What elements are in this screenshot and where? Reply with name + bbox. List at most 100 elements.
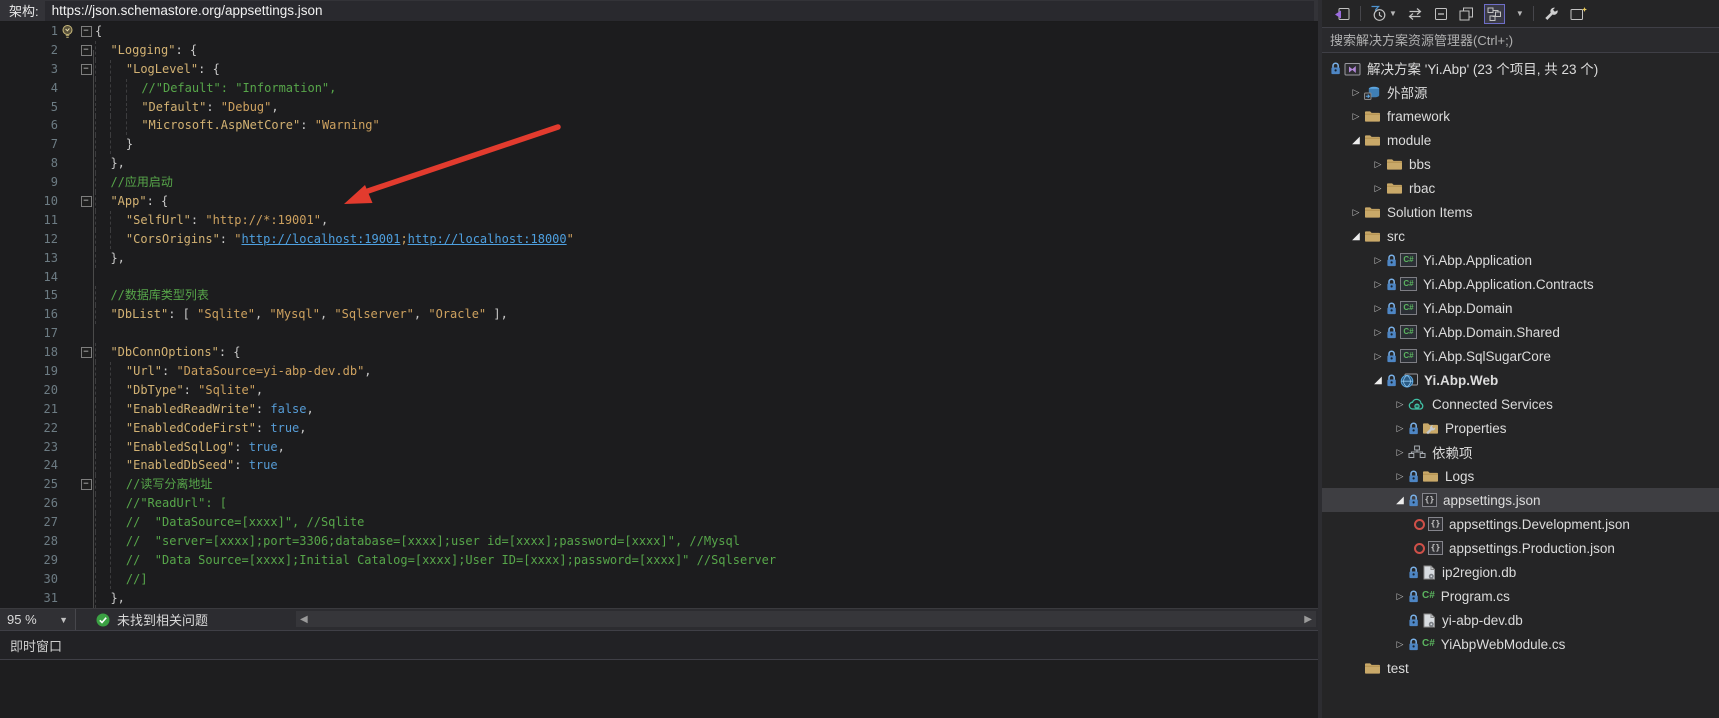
schema-combo[interactable]: https://json.schemastore.org/appsettings… [45,1,1314,21]
expand-arrow-icon[interactable]: ▷ [1348,207,1364,218]
tree-row[interactable]: {}appsettings.Development.json [1322,512,1719,536]
switch-views-icon[interactable] [1334,4,1351,24]
code-line[interactable]: 31}, [0,589,1318,608]
expand-arrow-icon[interactable]: ▷ [1370,159,1386,170]
tree-row[interactable]: ▷C#YiAbpWebModule.cs [1322,632,1719,656]
document-health-indicator[interactable]: 未找到相关问题 [76,610,208,629]
tree-row[interactable]: test [1322,656,1719,680]
tree-row[interactable]: ▷bbs [1322,152,1719,176]
tree-row[interactable]: ip2region.db [1322,560,1719,584]
pending-changes-filter-icon[interactable]: ▼ [1370,4,1397,24]
linked-nodes-toggle-icon[interactable] [1484,4,1505,24]
tree-row[interactable]: ▷Properties [1322,416,1719,440]
tree-row[interactable]: ◢Yi.Abp.Web [1322,368,1719,392]
code-line[interactable]: 14 [0,268,1318,287]
tree-row[interactable]: {}appsettings.Production.json [1322,536,1719,560]
lightbulb-icon[interactable] [61,24,74,39]
tree-row[interactable]: ◢module [1322,128,1719,152]
scroll-left-icon[interactable]: ◀ [296,614,312,625]
code-line[interactable]: 24"EnabledDbSeed": true [0,456,1318,475]
fold-toggle-icon[interactable]: − [81,196,92,207]
tree-row[interactable]: ▷C#Yi.Abp.Domain.Shared [1322,320,1719,344]
tree-row[interactable]: ▷C#Yi.Abp.Application [1322,248,1719,272]
code-line[interactable]: 10−"App": { [0,192,1318,211]
code-line[interactable]: 1−{ [0,22,1318,41]
tree-row[interactable]: ◢{}appsettings.json [1322,488,1719,512]
code-line[interactable]: 16"DbList": [ "Sqlite", "Mysql", "Sqlser… [0,305,1318,324]
code-line[interactable]: 19"Url": "DataSource=yi-abp-dev.db", [0,362,1318,381]
sync-with-active-document-icon[interactable] [1406,4,1424,24]
preview-selected-items-icon[interactable] [1569,4,1587,24]
dropdown-caret-icon[interactable]: ▼ [1516,9,1524,18]
collapse-arrow-icon[interactable]: ◢ [1392,495,1408,506]
code-line[interactable]: 26//"ReadUrl": [ [0,494,1318,513]
expand-arrow-icon[interactable]: ▷ [1392,639,1408,650]
expand-arrow-icon[interactable]: ▷ [1370,255,1386,266]
collapse-arrow-icon[interactable]: ◢ [1348,231,1364,242]
expand-arrow-icon[interactable]: ▷ [1348,111,1364,122]
expand-arrow-icon[interactable]: ▷ [1370,183,1386,194]
fold-toggle-icon[interactable]: − [81,347,92,358]
show-all-files-icon[interactable] [1458,4,1475,24]
zoom-combo[interactable]: 95 % ▼ [0,609,76,630]
code-line[interactable]: 21"EnabledReadWrite": false, [0,400,1318,419]
code-line[interactable]: 27// "DataSource=[xxxx]", //Sqlite [0,513,1318,532]
tree-row[interactable]: ▷C#Yi.Abp.Application.Contracts [1322,272,1719,296]
expand-arrow-icon[interactable]: ▷ [1392,447,1408,458]
solution-search-input[interactable] [1322,32,1719,49]
fold-toggle-icon[interactable]: − [81,64,92,75]
code-line[interactable]: 18−"DbConnOptions": { [0,343,1318,362]
expand-arrow-icon[interactable]: ▷ [1370,279,1386,290]
collapse-all-icon[interactable] [1433,4,1449,24]
code-line[interactable]: 7} [0,135,1318,154]
scroll-right-icon[interactable]: ▶ [1300,614,1316,625]
code-line[interactable]: 28// "server=[xxxx];port=3306;database=[… [0,532,1318,551]
horizontal-scrollbar[interactable]: ◀ ▶ [296,611,1316,627]
code-line[interactable]: 23"EnabledSqlLog": true, [0,438,1318,457]
collapse-arrow-icon[interactable]: ◢ [1348,135,1364,146]
expand-arrow-icon[interactable]: ▷ [1392,399,1408,410]
tree-row[interactable]: ◢src [1322,224,1719,248]
code-line[interactable]: 9//应用启动 [0,173,1318,192]
code-line[interactable]: 11"SelfUrl": "http://*:19001", [0,211,1318,230]
code-line[interactable]: 4//"Default": "Information", [0,79,1318,98]
expand-arrow-icon[interactable]: ▷ [1370,303,1386,314]
code-line[interactable]: 8}, [0,154,1318,173]
code-line[interactable]: 20"DbType": "Sqlite", [0,381,1318,400]
code-line[interactable]: 12"CorsOrigins": "http://localhost:19001… [0,230,1318,249]
expand-arrow-icon[interactable]: ▷ [1370,327,1386,338]
expand-arrow-icon[interactable]: ▷ [1392,423,1408,434]
code-line[interactable]: 2−"Logging": { [0,41,1318,60]
expand-arrow-icon[interactable]: ▷ [1392,591,1408,602]
code-line[interactable]: 13}, [0,249,1318,268]
tree-row[interactable]: ▷C#Yi.Abp.Domain [1322,296,1719,320]
tree-row[interactable]: 解决方案 'Yi.Abp' (23 个项目, 共 23 个) [1322,56,1719,80]
collapse-arrow-icon[interactable]: ◢ [1370,375,1386,386]
expand-arrow-icon[interactable]: ▷ [1370,351,1386,362]
expand-arrow-icon[interactable]: ▷ [1392,471,1408,482]
code-editor[interactable]: 1−{2−"Logging": {3−"LogLevel": {4//"Defa… [0,22,1318,608]
tree-row[interactable]: ▷C#Program.cs [1322,584,1719,608]
expand-arrow-icon[interactable]: ▷ [1348,87,1364,98]
tree-row[interactable]: ▷Logs [1322,464,1719,488]
code-line[interactable]: 29// "Data Source=[xxxx];Initial Catalog… [0,551,1318,570]
code-line[interactable]: 5"Default": "Debug", [0,98,1318,117]
fold-toggle-icon[interactable]: − [81,45,92,56]
code-line[interactable]: 22"EnabledCodeFirst": true, [0,419,1318,438]
code-line[interactable]: 25−//读写分离地址 [0,475,1318,494]
fold-toggle-icon[interactable]: − [81,26,92,37]
tree-row[interactable]: yi-abp-dev.db [1322,608,1719,632]
tree-row[interactable]: ▷framework [1322,104,1719,128]
fold-toggle-icon[interactable]: − [81,479,92,490]
code-line[interactable]: 17 [0,324,1318,343]
code-line[interactable]: 3−"LogLevel": { [0,60,1318,79]
code-line[interactable]: 6"Microsoft.AspNetCore": "Warning" [0,116,1318,135]
properties-icon[interactable] [1543,4,1560,24]
code-line[interactable]: 15//数据库类型列表 [0,286,1318,305]
tree-row[interactable]: ▷外部源 [1322,80,1719,104]
tree-row[interactable]: ▷rbac [1322,176,1719,200]
tree-row[interactable]: ▷Solution Items [1322,200,1719,224]
tree-row[interactable]: ▷C#Yi.Abp.SqlSugarCore [1322,344,1719,368]
tree-row[interactable]: ▷依赖项 [1322,440,1719,464]
code-line[interactable]: 30//] [0,570,1318,589]
